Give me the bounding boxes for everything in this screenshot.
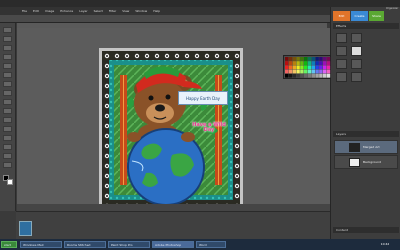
layer-row[interactable]: Merged Art xyxy=(334,140,398,154)
taskbar-item[interactable]: Rooms Stitched xyxy=(64,241,106,248)
zoom-tool-icon[interactable] xyxy=(3,36,12,42)
move-tool-icon[interactable] xyxy=(3,27,12,33)
blur-tool-icon[interactable] xyxy=(3,153,12,159)
layer-name: Merged Art xyxy=(363,145,380,149)
menu-item-file[interactable]: File xyxy=(22,9,27,13)
card-artwork[interactable]: Happy Earth Day Have a Wild Day xyxy=(99,48,243,210)
effect-thumb-1[interactable] xyxy=(336,33,347,43)
organizer-button[interactable]: Organizer xyxy=(386,7,400,11)
swatch-grid[interactable] xyxy=(285,57,331,79)
effects-panel-title[interactable]: Effects xyxy=(333,23,399,29)
content-panel-title[interactable]: Content xyxy=(333,227,399,233)
menu-item-enhance[interactable]: Enhance xyxy=(60,9,73,13)
effect-thumb-2[interactable] xyxy=(351,33,362,43)
menu-item-help[interactable]: Help xyxy=(153,9,160,13)
color-swatches-panel xyxy=(283,55,331,79)
lasso-tool-icon[interactable] xyxy=(3,72,12,78)
effect-thumb-4[interactable] xyxy=(351,46,362,56)
taskbar-item[interactable]: Paint Shop Pro xyxy=(108,241,150,248)
shape-tool-icon[interactable] xyxy=(3,144,12,150)
menu-item-select[interactable]: Select xyxy=(94,9,103,13)
type-tool-icon[interactable] xyxy=(3,90,12,96)
banner-label: Happy Earth Day xyxy=(178,91,228,105)
effect-thumb-6[interactable] xyxy=(351,59,362,69)
effect-thumb-5[interactable] xyxy=(336,59,347,69)
background-color-swatch[interactable] xyxy=(7,179,13,185)
project-bin xyxy=(16,211,330,239)
tab-share[interactable]: Share xyxy=(369,11,384,21)
effect-thumb-7[interactable] xyxy=(336,72,347,82)
start-button[interactable]: start xyxy=(1,241,17,248)
eyedropper-tool-icon[interactable] xyxy=(3,54,12,60)
menu-item-image[interactable]: Image xyxy=(45,9,54,13)
clock: 10:42 xyxy=(380,242,390,246)
effect-thumb-8[interactable] xyxy=(351,72,362,82)
effect-thumb-3[interactable] xyxy=(336,46,347,56)
taskbar-item[interactable]: Adobe Photoshop xyxy=(152,241,194,248)
document-thumbnail[interactable] xyxy=(19,221,32,236)
sponge-tool-icon[interactable] xyxy=(3,162,12,168)
gradient-tool-icon[interactable] xyxy=(3,135,12,141)
title-bar xyxy=(0,0,400,7)
magic-wand-tool-icon[interactable] xyxy=(3,81,12,87)
brush-tool-icon[interactable] xyxy=(3,108,12,114)
menu-item-filter[interactable]: Filter xyxy=(109,9,116,13)
sticker-label: Have a Wild Day xyxy=(192,122,226,133)
right-panel: Edit Create Share Organizer Effects Laye… xyxy=(330,7,400,239)
layer-thumbnail xyxy=(349,158,360,167)
taskbar-item[interactable]: Word xyxy=(196,241,226,248)
layer-name: Background xyxy=(363,160,381,164)
eraser-tool-icon[interactable] xyxy=(3,117,12,123)
tab-edit[interactable]: Edit xyxy=(333,11,350,21)
menu-item-window[interactable]: Window xyxy=(135,9,147,13)
taskbar: start Windows Mail Rooms Stitched Paint … xyxy=(0,239,400,250)
menu-item-layer[interactable]: Layer xyxy=(79,9,87,13)
tab-create[interactable]: Create xyxy=(351,11,368,21)
marquee-tool-icon[interactable] xyxy=(3,63,12,69)
status-bar xyxy=(17,204,330,211)
taskbar-item[interactable]: Windows Mail xyxy=(20,241,62,248)
layer-thumbnail xyxy=(349,143,360,152)
menu-item-edit[interactable]: Edit xyxy=(33,9,39,13)
toolbox xyxy=(0,23,16,211)
hand-tool-icon[interactable] xyxy=(3,45,12,51)
layers-panel-title[interactable]: Layers xyxy=(333,131,399,137)
layer-row[interactable]: Background xyxy=(334,155,398,169)
paint-bucket-tool-icon[interactable] xyxy=(3,126,12,132)
menu-item-view[interactable]: View xyxy=(122,9,129,13)
crop-tool-icon[interactable] xyxy=(3,99,12,105)
